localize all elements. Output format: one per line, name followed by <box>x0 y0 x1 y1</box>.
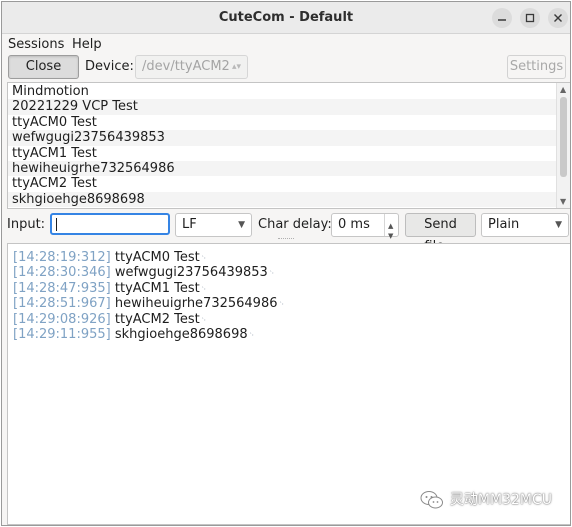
window-title: CuteCom - Default <box>218 10 354 25</box>
log-text: hewiheuigrhe732564986 <box>114 296 278 312</box>
cutecom-window: CuteCom - Default Sessions Help Close De… <box>1 1 571 526</box>
device-select[interactable]: /dev/ttyACM2 ▴▾ <box>135 55 248 79</box>
scrollbar-thumb[interactable] <box>560 97 567 177</box>
maximize-button[interactable] <box>520 8 540 28</box>
scroll-up-icon[interactable]: ▲ <box>560 85 566 94</box>
menu-sessions[interactable]: Sessions <box>8 37 64 52</box>
list-item[interactable]: skhgioehge8698698 <box>8 191 556 208</box>
log-line: [14:28:51:967] hewiheuigrhe732564986␊ <box>13 296 285 311</box>
log-timestamp: [14:28:47:935] <box>13 280 111 296</box>
command-history-list[interactable]: Mindmotion 20221229 VCP Test ttyACM0 Tes… <box>7 82 570 209</box>
line-feed-icon: ␊ <box>200 253 208 262</box>
log-line: [14:29:08:926] ttyACM2 Test␊ <box>13 312 207 327</box>
input-field[interactable] <box>50 213 170 235</box>
list-item[interactable]: ttyACM2 Test <box>8 176 556 191</box>
log-line: [14:28:47:935] ttyACM1 Test␊ <box>13 281 207 296</box>
char-delay-label: Char delay: <box>258 217 332 232</box>
chevron-up-down-icon: ▴▾ <box>231 62 241 72</box>
list-item[interactable]: ttyACM0 Test <box>8 115 556 130</box>
wechat-icon <box>420 491 443 509</box>
list-item[interactable]: 20221229 VCP Test <box>8 99 556 115</box>
chevron-down-icon: ▼ <box>238 220 245 230</box>
close-icon <box>554 14 562 22</box>
line-feed-icon: ␊ <box>278 299 285 309</box>
list-item[interactable]: hewiheuigrhe732564986 <box>8 161 556 177</box>
log-text: wefwgugi23756439853 <box>114 265 268 281</box>
format-select[interactable]: Plain ▼ <box>481 213 569 237</box>
chevron-down-icon: ▼ <box>555 220 562 230</box>
send-file-button[interactable]: Send file... <box>405 213 476 254</box>
input-bar: Input: LF ▼ Char delay: 0 ms ▲ ▼ Send fi… <box>2 212 570 254</box>
log-text: ttyACM1 Test <box>114 280 200 296</box>
format-value: Plain <box>488 217 520 232</box>
list-item[interactable]: wefwgugi23756439853 <box>8 130 556 146</box>
log-line: [14:28:19:312] ttyACM0 Test␊ <box>13 250 207 265</box>
title-bar[interactable]: CuteCom - Default <box>2 2 570 34</box>
log-text: ttyACM2 Test <box>114 311 200 327</box>
menu-sessions-label: Sessions <box>8 37 65 52</box>
text-caret <box>56 218 57 231</box>
log-timestamp: [14:28:51:967] <box>13 296 111 312</box>
log-line: [14:29:11:955] skhgioehge8698698␊ <box>13 327 255 342</box>
menu-bar: Sessions Help <box>2 35 570 54</box>
line-end-value: LF <box>182 217 197 232</box>
device-value: /dev/ttyACM2 <box>142 59 230 74</box>
history-scrollbar[interactable]: ▲ ▼ <box>556 83 570 208</box>
line-feed-icon: ␊ <box>200 314 208 324</box>
log-timestamp: [14:29:11:955] <box>13 327 111 342</box>
line-end-select[interactable]: LF ▼ <box>175 213 252 237</box>
watermark-text: 灵动MM32MCU <box>449 492 552 508</box>
menu-help-label: Help <box>72 37 102 52</box>
output-log[interactable]: [14:28:19:312] ttyACM0 Test␊ [14:28:30:3… <box>7 243 570 525</box>
close-port-button[interactable]: Close <box>8 55 79 79</box>
line-feed-icon: ␊ <box>200 283 208 293</box>
log-timestamp: [14:28:30:346] <box>13 265 111 281</box>
splitter-handle[interactable] <box>278 238 294 240</box>
settings-button[interactable]: Settings <box>507 55 566 79</box>
log-text: ttyACM0 Test <box>114 250 200 265</box>
scroll-down-icon[interactable]: ▼ <box>560 197 566 206</box>
device-label: Device: <box>85 59 134 74</box>
minimize-button[interactable] <box>492 8 512 28</box>
line-feed-icon: ␊ <box>268 268 276 278</box>
log-text: skhgioehge8698698 <box>114 327 248 342</box>
list-item[interactable]: Mindmotion <box>8 84 556 99</box>
line-feed-icon: ␊ <box>248 330 256 339</box>
list-item[interactable]: ttyACM1 Test <box>8 146 556 161</box>
log-line: [14:28:30:346] wefwgugi23756439853␊ <box>13 265 275 280</box>
input-label: Input: <box>7 217 46 232</box>
char-delay-value: 0 ms <box>338 217 370 232</box>
connection-toolbar: Close Device: /dev/ttyACM2 ▴▾ Settings <box>2 54 570 80</box>
log-timestamp: [14:28:19:312] <box>13 250 111 265</box>
menu-help[interactable]: Help <box>72 37 102 52</box>
log-timestamp: [14:29:08:926] <box>13 311 111 327</box>
watermark: 灵动MM32MCU <box>420 489 552 510</box>
minimize-icon <box>498 19 506 21</box>
maximize-icon <box>525 13 535 23</box>
close-window-button[interactable] <box>548 8 568 28</box>
char-delay-spinbox[interactable]: 0 ms ▲ ▼ <box>331 213 399 240</box>
spin-buttons[interactable]: ▲ ▼ <box>384 214 398 240</box>
